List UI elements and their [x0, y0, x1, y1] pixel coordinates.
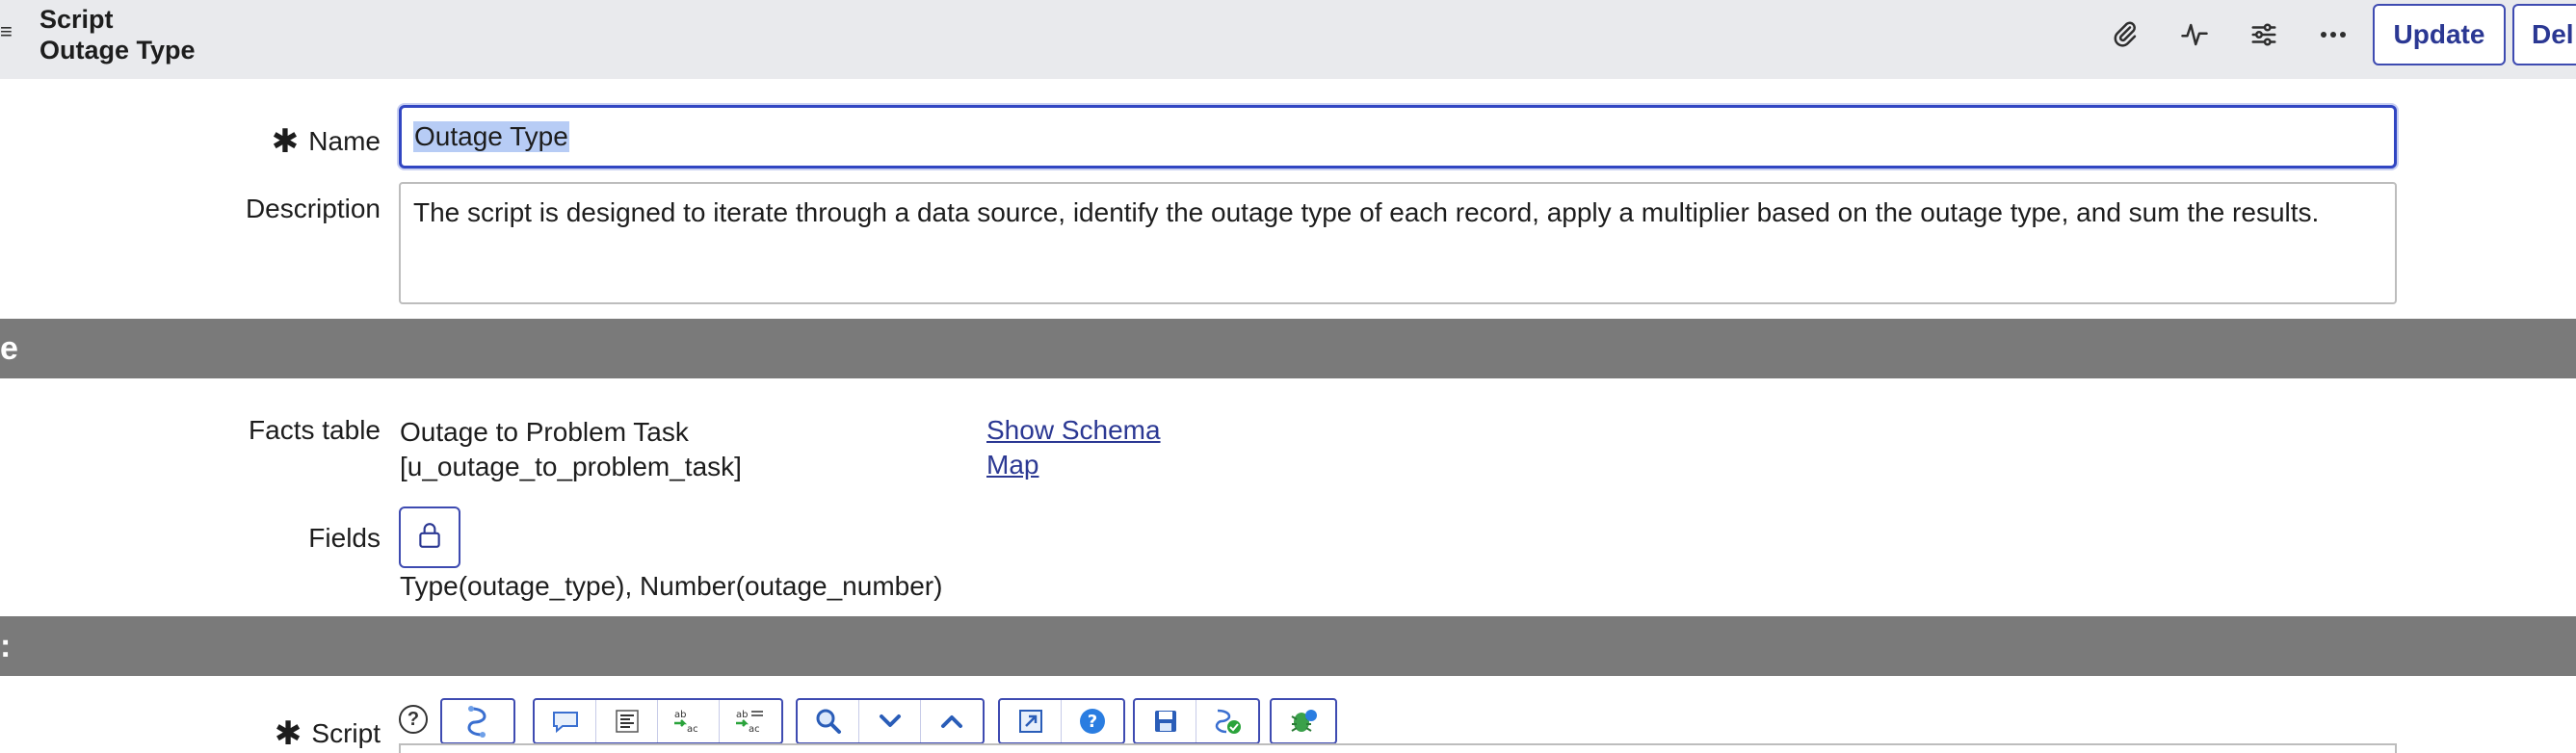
search-button[interactable]: [798, 700, 859, 742]
paperclip-icon[interactable]: [2108, 17, 2142, 52]
toolbar-group-2: ab ac ab ac: [533, 698, 783, 744]
fields-value: Type(outage_type), Number(outage_number): [400, 571, 943, 601]
section-header-2: :: [0, 616, 2576, 676]
map-link[interactable]: Map: [986, 448, 1038, 482]
required-asterisk-icon: ✱: [271, 123, 300, 160]
toolbar-group-3: [796, 698, 985, 744]
activity-icon[interactable]: [2177, 17, 2212, 52]
lock-icon: [417, 521, 442, 555]
name-label: ✱ Name: [271, 120, 381, 160]
facts-table-name: [u_outage_to_problem_task]: [400, 452, 742, 481]
name-input[interactable]: Outage Type: [399, 105, 2397, 169]
previous-button[interactable]: [921, 700, 983, 742]
format-icon: [615, 710, 639, 733]
section-header-2-label: :: [0, 627, 12, 664]
format-button[interactable]: [596, 700, 658, 742]
fields-label: Fields: [308, 523, 381, 553]
svg-text:ac: ac: [749, 724, 760, 735]
fullscreen-icon: [1018, 710, 1042, 733]
script-include-icon: [467, 706, 486, 738]
toggle-syntax-button[interactable]: [1196, 700, 1258, 742]
description-field[interactable]: The script is designed to iterate throug…: [399, 182, 2397, 304]
search-icon: [816, 709, 841, 734]
facts-table-value: Outage to Problem Task: [400, 417, 689, 447]
debug-icon: [1291, 710, 1317, 732]
title-line-1: Script: [39, 5, 114, 34]
script-editor[interactable]: [399, 743, 2397, 753]
script-help-icon[interactable]: ?: [399, 705, 428, 734]
required-asterisk-icon: ✱: [274, 715, 302, 752]
description-label: Description: [245, 194, 381, 223]
help-icon: ?: [1080, 709, 1105, 734]
save-button[interactable]: [1135, 700, 1196, 742]
name-label-text: Name: [308, 126, 381, 156]
script-label-text: Script: [311, 718, 381, 748]
replace-button[interactable]: ab ac: [658, 700, 720, 742]
toolbar-group-6: [1270, 698, 1337, 744]
update-button[interactable]: Update: [2373, 4, 2506, 65]
help-button[interactable]: ?: [1062, 700, 1123, 742]
svg-text:ac: ac: [687, 724, 698, 735]
svg-text:ab: ab: [736, 710, 748, 720]
previous-icon: [941, 715, 962, 728]
page-title: Script Outage Type: [39, 4, 196, 65]
script-include-button[interactable]: [442, 700, 513, 742]
toolbar-group-1: [440, 698, 515, 744]
unlock-fields-button[interactable]: [399, 506, 460, 568]
next-button[interactable]: [859, 700, 921, 742]
delete-button[interactable]: Del: [2512, 4, 2576, 65]
next-icon: [879, 714, 901, 727]
debug-button[interactable]: [1272, 700, 1335, 742]
save-icon: [1154, 711, 1176, 732]
toolbar-group-5: [1133, 698, 1260, 744]
title-line-2: Outage Type: [39, 36, 196, 65]
script-label: ✱ Script: [274, 713, 381, 752]
replace-all-button[interactable]: ab ac: [720, 700, 781, 742]
toolbar-group-4: ?: [998, 698, 1125, 744]
svg-text:?: ?: [1088, 712, 1097, 732]
comment-button[interactable]: [535, 700, 596, 742]
section-header-1: e: [0, 319, 2576, 378]
name-input-value: Outage Type: [413, 121, 569, 152]
more-icon[interactable]: [2316, 17, 2351, 52]
hamburger-icon[interactable]: ≡: [0, 21, 13, 42]
facts-table-label: Facts table: [249, 415, 381, 445]
show-schema-link[interactable]: Show Schema: [986, 413, 1161, 448]
replace-all-icon: abac: [736, 710, 763, 735]
svg-text:ab: ab: [674, 710, 686, 720]
sliders-icon[interactable]: [2247, 17, 2281, 52]
fullscreen-button[interactable]: [1000, 700, 1062, 742]
comment-icon: [552, 712, 578, 733]
section-header-1-label: e: [0, 329, 18, 367]
replace-icon: abac: [673, 710, 698, 735]
form-header: ≡ Script Outage Type Update Del: [0, 0, 2576, 79]
toggle-syntax-icon: [1215, 709, 1241, 734]
